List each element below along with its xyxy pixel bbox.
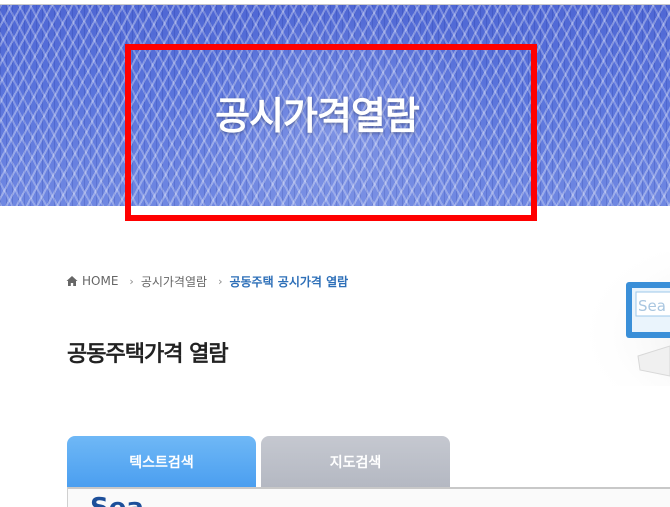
search-panel: Sea [67,487,670,507]
chevron-right-icon: › [129,274,134,288]
breadcrumb-level1[interactable]: 공시가격열람 [141,273,207,290]
monitor-icon: Sea [540,251,670,386]
chevron-right-icon: › [218,274,223,288]
banner-title: 공시가격열람 [215,94,420,138]
breadcrumb-current: 공동주택 공시가격 열람 [229,274,349,289]
panel-heading: Sea [90,495,144,507]
screen-text: Sea [638,297,666,315]
tab-map-search[interactable]: 지도검색 [261,436,450,488]
breadcrumb: HOME › 공시가격열람 › 공동주택 공시가격 열람 [66,272,348,290]
search-illustration: Sea [520,236,670,386]
hero-banner: 공시가격열람 [0,5,670,206]
home-icon [66,276,78,286]
breadcrumb-home[interactable]: HOME [82,274,118,288]
tab-text-search[interactable]: 텍스트검색 [67,436,256,488]
page-title: 공동주택가격 열람 [67,342,229,367]
